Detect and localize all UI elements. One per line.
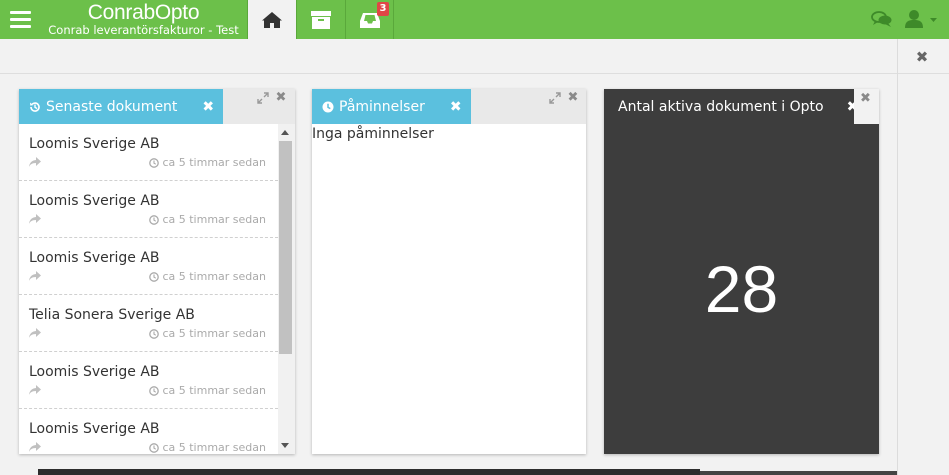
list-item[interactable]: Loomis Sverige AB ca 5 timmar sedan (19, 181, 278, 238)
scroll-up-arrow-icon[interactable] (281, 130, 289, 135)
widget-controls: ✖ (854, 89, 879, 124)
top-navbar: ConrabOpto Conrab leverantörsfakturor - … (0, 0, 949, 39)
tab-archive[interactable] (296, 0, 345, 39)
clock-icon (149, 442, 160, 453)
right-panel-divider (897, 39, 898, 475)
clock-icon (149, 214, 160, 225)
widget-close-button[interactable]: ✖ (450, 92, 462, 122)
clock-icon (149, 385, 160, 396)
timestamp-text: ca 5 timmar sedan (162, 270, 266, 283)
timestamp: ca 5 timmar sedan (149, 384, 266, 397)
secondary-toolbar (0, 39, 949, 74)
widget-close-button[interactable]: ✖ (202, 92, 214, 122)
share-icon (29, 271, 41, 281)
bottom-edge (38, 469, 700, 475)
widget-title-tab[interactable]: Antal aktiva dokument i Opto ✖ (604, 89, 858, 124)
timestamp: ca 5 timmar sedan (149, 441, 266, 454)
list-item[interactable]: Loomis Sverige AB ca 5 timmar sedan (19, 409, 278, 454)
timestamp-text: ca 5 timmar sedan (162, 441, 266, 454)
tab-inbox[interactable]: 3 (345, 0, 394, 39)
inbox-count-badge: 3 (377, 2, 389, 16)
scrollbar-thumb[interactable] (279, 141, 292, 354)
list-scrollbar[interactable] (278, 124, 295, 454)
chat-button[interactable] (871, 10, 893, 28)
recent-documents-list: Loomis Sverige AB ca 5 timmar sedan Loom… (19, 124, 278, 454)
active-documents-count: 28 (704, 252, 779, 326)
recent-documents-widget: Senaste dokument ✖ ✖ Loomis Sverige AB c… (19, 89, 295, 454)
hamburger-icon-bar (9, 11, 31, 14)
hamburger-menu-button[interactable] (0, 0, 40, 39)
share-icon (29, 214, 41, 224)
list-item[interactable]: Loomis Sverige AB ca 5 timmar sedan (19, 352, 278, 409)
list-item[interactable]: Loomis Sverige AB ca 5 timmar sedan (19, 124, 278, 181)
widget-header: Antal aktiva dokument i Opto ✖ ✖ (604, 89, 879, 124)
remove-widget-button[interactable]: ✖ (860, 91, 871, 106)
timestamp: ca 5 timmar sedan (149, 213, 266, 226)
timestamp-text: ca 5 timmar sedan (162, 213, 266, 226)
brand-name: ConrabOpto (87, 1, 200, 24)
clock-icon (149, 157, 160, 168)
remove-widget-button[interactable]: ✖ (275, 91, 287, 104)
widget-title: Påminnelser (339, 98, 425, 115)
widget-header: Påminnelser ✖ ✖ (312, 89, 586, 124)
list-item[interactable]: Telia Sonera Sverige AB ca 5 timmar seda… (19, 295, 278, 352)
hamburger-icon-bar (9, 25, 31, 28)
list-item[interactable]: Loomis Sverige AB ca 5 timmar sedan (19, 238, 278, 295)
expand-button[interactable] (257, 92, 269, 104)
widget-title: Antal aktiva dokument i Opto (618, 98, 824, 115)
scroll-down-arrow-icon[interactable] (281, 443, 289, 448)
close-panel-button[interactable]: ✖ (912, 48, 932, 66)
company-name: Loomis Sverige AB (29, 364, 160, 380)
user-icon (905, 10, 937, 28)
widget-title-tab[interactable]: Påminnelser ✖ (312, 89, 471, 124)
clock-icon (149, 271, 160, 282)
brand-logo[interactable]: ConrabOpto Conrab leverantörsfakturor - … (40, 0, 247, 39)
share-icon (29, 442, 41, 452)
share-icon (29, 328, 41, 338)
history-icon (30, 101, 40, 112)
widget-controls: ✖ (549, 91, 579, 104)
timestamp: ca 5 timmar sedan (149, 270, 266, 283)
close-icon: ✖ (915, 48, 929, 66)
clock-icon (149, 328, 160, 339)
hamburger-icon-bar (9, 18, 31, 21)
widget-controls: ✖ (257, 91, 287, 104)
empty-state-text: Inga påminnelser (312, 126, 434, 142)
share-icon (29, 157, 41, 167)
company-name: Loomis Sverige AB (29, 250, 160, 266)
brand-subtitle: Conrab leverantörsfakturor - Test (48, 23, 239, 37)
widget-title: Senaste dokument (46, 98, 178, 115)
company-name: Loomis Sverige AB (29, 421, 160, 437)
company-name: Loomis Sverige AB (29, 136, 160, 152)
share-icon (29, 385, 41, 395)
reminders-widget: Påminnelser ✖ ✖ Inga påminnelser (312, 89, 586, 454)
timestamp: ca 5 timmar sedan (149, 156, 266, 169)
company-name: Loomis Sverige AB (29, 193, 160, 209)
expand-button[interactable] (549, 92, 561, 104)
chat-icon (871, 11, 892, 27)
timestamp: ca 5 timmar sedan (149, 327, 266, 340)
timestamp-text: ca 5 timmar sedan (162, 156, 266, 169)
expand-icon (549, 92, 561, 104)
remove-widget-button[interactable]: ✖ (567, 91, 579, 104)
timestamp-text: ca 5 timmar sedan (162, 327, 266, 340)
archive-icon (311, 10, 331, 29)
clock-icon (322, 101, 334, 112)
widget-title-tab[interactable]: Senaste dokument ✖ (19, 89, 224, 124)
tab-home[interactable] (247, 0, 296, 39)
company-name: Telia Sonera Sverige AB (29, 307, 195, 323)
expand-icon (257, 92, 269, 104)
home-icon (262, 11, 282, 28)
active-documents-widget: Antal aktiva dokument i Opto ✖ ✖ 28 (604, 89, 879, 454)
timestamp-text: ca 5 timmar sedan (162, 384, 266, 397)
user-menu-button[interactable] (904, 9, 938, 29)
widget-header: Senaste dokument ✖ ✖ (19, 89, 295, 124)
bottom-edge (700, 471, 897, 475)
